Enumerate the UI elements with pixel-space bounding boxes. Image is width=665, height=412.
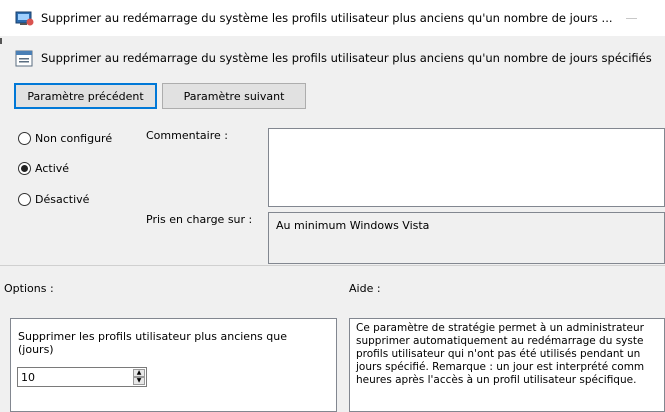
supported-on-value: Au minimum Windows Vista [276,219,430,232]
days-field-label-line1: Supprimer les profils utilisateur plus a… [18,330,287,343]
days-field-label: Supprimer les profils utilisateur plus a… [18,330,287,356]
help-panel: Ce paramètre de stratégie permet à un ad… [349,318,665,412]
help-text: Ce paramètre de stratégie permet à un ad… [356,322,644,387]
supported-on-label: Pris en charge sur : [146,213,253,226]
policy-window-icon [15,11,35,27]
radio-disabled[interactable]: Désactivé [18,193,89,206]
help-line: jours spécifié. Remarque : un jour est i… [356,361,645,373]
radio-enabled[interactable]: Activé [18,162,69,175]
help-line: heures après l'accès à un profil utilisa… [356,374,637,386]
help-line: Ce paramètre de stratégie permet à un ad… [356,322,644,334]
spin-down-icon[interactable]: ▼ [133,377,145,385]
window-edge-mark [0,38,2,44]
radio-label: Désactivé [35,193,90,206]
radio-label: Non configuré [35,132,113,145]
options-panel: Supprimer les profils utilisateur plus a… [10,318,337,412]
radio-not-configured[interactable]: Non configuré [18,132,112,145]
supported-on-box: Au minimum Windows Vista [268,212,665,264]
comment-textarea[interactable] [268,128,665,207]
minimize-button[interactable] [626,18,637,19]
policy-setting-icon [15,50,33,67]
radio-label: Activé [35,162,70,175]
window-title: Supprimer au redémarrage du système les … [41,11,613,25]
policy-name: Supprimer au redémarrage du système les … [41,51,652,65]
days-field-label-line2: (jours) [18,343,54,356]
help-label: Aide : [349,282,381,295]
previous-setting-button[interactable]: Paramètre précédent [14,83,157,109]
section-divider [0,265,665,266]
days-input[interactable]: 10 [21,371,35,384]
spin-up-icon[interactable]: ▲ [133,369,145,377]
days-spinner[interactable]: 10 ▲ ▼ [17,367,147,387]
help-line: profils utilisateur qui n'ont pas été ut… [356,348,641,360]
help-line: supprimer automatiquement au redémarrage… [356,335,644,347]
comment-label: Commentaire : [146,129,228,142]
radio-circle[interactable] [18,193,31,206]
radio-circle[interactable] [18,162,31,175]
options-label: Options : [4,282,54,295]
radio-circle[interactable] [18,132,31,145]
next-setting-button[interactable]: Paramètre suivant [162,83,306,109]
